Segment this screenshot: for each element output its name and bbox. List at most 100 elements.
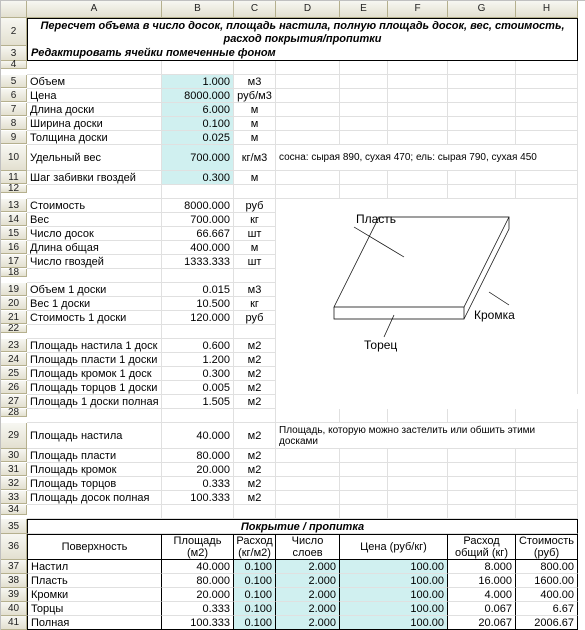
row-header-33[interactable]: 33 <box>1 491 27 504</box>
table-cell-layers[interactable]: 2.000 <box>276 588 340 602</box>
table-cell-layers[interactable]: 2.000 <box>276 602 340 616</box>
empty <box>276 505 340 519</box>
row-header-22[interactable]: 22 <box>1 325 27 333</box>
row-header-10[interactable]: 10 <box>1 145 27 171</box>
table-cell-rate[interactable]: 0.100 <box>234 560 276 574</box>
table-cell-price[interactable]: 100.00 <box>340 574 448 588</box>
input-unit: м3 <box>234 75 276 89</box>
row-header-6[interactable]: 6 <box>1 89 27 102</box>
row-header-16[interactable]: 16 <box>1 241 27 254</box>
row-header-41[interactable]: 41 <box>1 616 27 630</box>
row-header-14[interactable]: 14 <box>1 213 27 226</box>
empty <box>388 491 448 505</box>
row-header-40[interactable]: 40 <box>1 602 27 616</box>
calc-label: Вес 1 доски <box>27 297 162 311</box>
table-cell-cost: 400.00 <box>516 588 578 602</box>
calc-unit: кг <box>234 213 276 227</box>
table-cell-rate[interactable]: 0.100 <box>234 602 276 616</box>
row-header-30[interactable]: 30 <box>1 449 27 462</box>
table-header: Расход (кг/м2) <box>234 534 276 560</box>
col-header-E[interactable]: E <box>340 1 388 18</box>
empty <box>340 75 388 89</box>
col-header-D[interactable]: D <box>276 1 340 18</box>
calc-label: Площадь кромок <box>27 463 162 477</box>
empty <box>388 171 448 185</box>
row-header-28[interactable]: 28 <box>1 409 27 417</box>
table-cell-price[interactable]: 100.00 <box>340 588 448 602</box>
row-header-29[interactable]: 29 <box>1 423 27 449</box>
empty <box>340 61 388 75</box>
col-header-C[interactable]: C <box>234 1 276 18</box>
row-header-20[interactable]: 20 <box>1 297 27 310</box>
row-header-7[interactable]: 7 <box>1 103 27 116</box>
row-header-2[interactable]: 2 <box>1 18 27 46</box>
table-cell-price[interactable]: 100.00 <box>340 616 448 630</box>
calc-label: Площадь пласти 1 доски <box>27 353 162 367</box>
table-cell-area: 100.333 <box>162 616 234 630</box>
table-cell-price[interactable]: 100.00 <box>340 560 448 574</box>
empty <box>516 505 578 519</box>
col-header-A[interactable]: A <box>27 1 162 18</box>
input-value[interactable]: 1.000 <box>162 75 234 89</box>
row-header-26[interactable]: 26 <box>1 381 27 394</box>
empty <box>27 61 162 75</box>
row-header-18[interactable]: 18 <box>1 269 27 277</box>
input-value[interactable]: 0.100 <box>162 117 234 131</box>
col-header-H[interactable]: H <box>516 1 578 18</box>
row-header-19[interactable]: 19 <box>1 283 27 296</box>
row-header-8[interactable]: 8 <box>1 117 27 130</box>
calc-value: 700.000 <box>162 213 234 227</box>
row-header-31[interactable]: 31 <box>1 463 27 476</box>
row-header-4[interactable]: 4 <box>1 61 27 69</box>
col-header-B[interactable]: B <box>162 1 234 18</box>
calc-label: Площадь настила 1 доск <box>27 339 162 353</box>
row-header-9[interactable]: 9 <box>1 131 27 144</box>
empty <box>388 477 448 491</box>
table-cell-layers[interactable]: 2.000 <box>276 560 340 574</box>
col-header-F[interactable]: F <box>388 1 448 18</box>
row-header-12[interactable]: 12 <box>1 185 27 193</box>
empty <box>276 477 340 491</box>
calc-unit: м2 <box>234 339 276 353</box>
input-value[interactable]: 0.300 <box>162 171 234 185</box>
row-header-25[interactable]: 25 <box>1 367 27 380</box>
table-cell-cost: 2006.67 <box>516 616 578 630</box>
row-header-36[interactable]: 36 <box>1 534 27 560</box>
table-cell-layers[interactable]: 2.000 <box>276 574 340 588</box>
empty <box>516 477 578 491</box>
table-title: Покрытие / пропитка <box>27 519 578 534</box>
row-header-38[interactable]: 38 <box>1 574 27 588</box>
row-header-5[interactable]: 5 <box>1 75 27 88</box>
empty <box>162 505 234 519</box>
empty <box>388 463 448 477</box>
row-header-23[interactable]: 23 <box>1 339 27 352</box>
corner[interactable] <box>1 1 27 18</box>
empty <box>340 491 388 505</box>
calc-value: 1.505 <box>162 395 234 409</box>
col-header-G[interactable]: G <box>448 1 516 18</box>
row-header-32[interactable]: 32 <box>1 477 27 490</box>
row-header-34[interactable]: 34 <box>1 505 27 515</box>
empty <box>27 505 162 519</box>
input-value[interactable]: 0.025 <box>162 131 234 145</box>
row-header-24[interactable]: 24 <box>1 353 27 366</box>
input-value[interactable]: 8000.000 <box>162 89 234 103</box>
row-header-15[interactable]: 15 <box>1 227 27 240</box>
table-cell-rate[interactable]: 0.100 <box>234 574 276 588</box>
table-cell-rate[interactable]: 0.100 <box>234 588 276 602</box>
table-cell-layers[interactable]: 2.000 <box>276 616 340 630</box>
calc-value: 10.500 <box>162 297 234 311</box>
calc-label: Стоимость 1 доски <box>27 311 162 325</box>
calc-value: 0.005 <box>162 381 234 395</box>
table-cell-rate[interactable]: 0.100 <box>234 616 276 630</box>
row-header-39[interactable]: 39 <box>1 588 27 602</box>
input-unit: руб/м3 <box>234 89 276 103</box>
row-header-13[interactable]: 13 <box>1 199 27 212</box>
input-value[interactable]: 700.000 <box>162 145 234 171</box>
input-unit: м <box>234 117 276 131</box>
row-header-35[interactable]: 35 <box>1 519 27 534</box>
row-header-37[interactable]: 37 <box>1 560 27 574</box>
input-value[interactable]: 6.000 <box>162 103 234 117</box>
table-cell-price[interactable]: 100.00 <box>340 602 448 616</box>
calc-unit: м2 <box>234 491 276 505</box>
